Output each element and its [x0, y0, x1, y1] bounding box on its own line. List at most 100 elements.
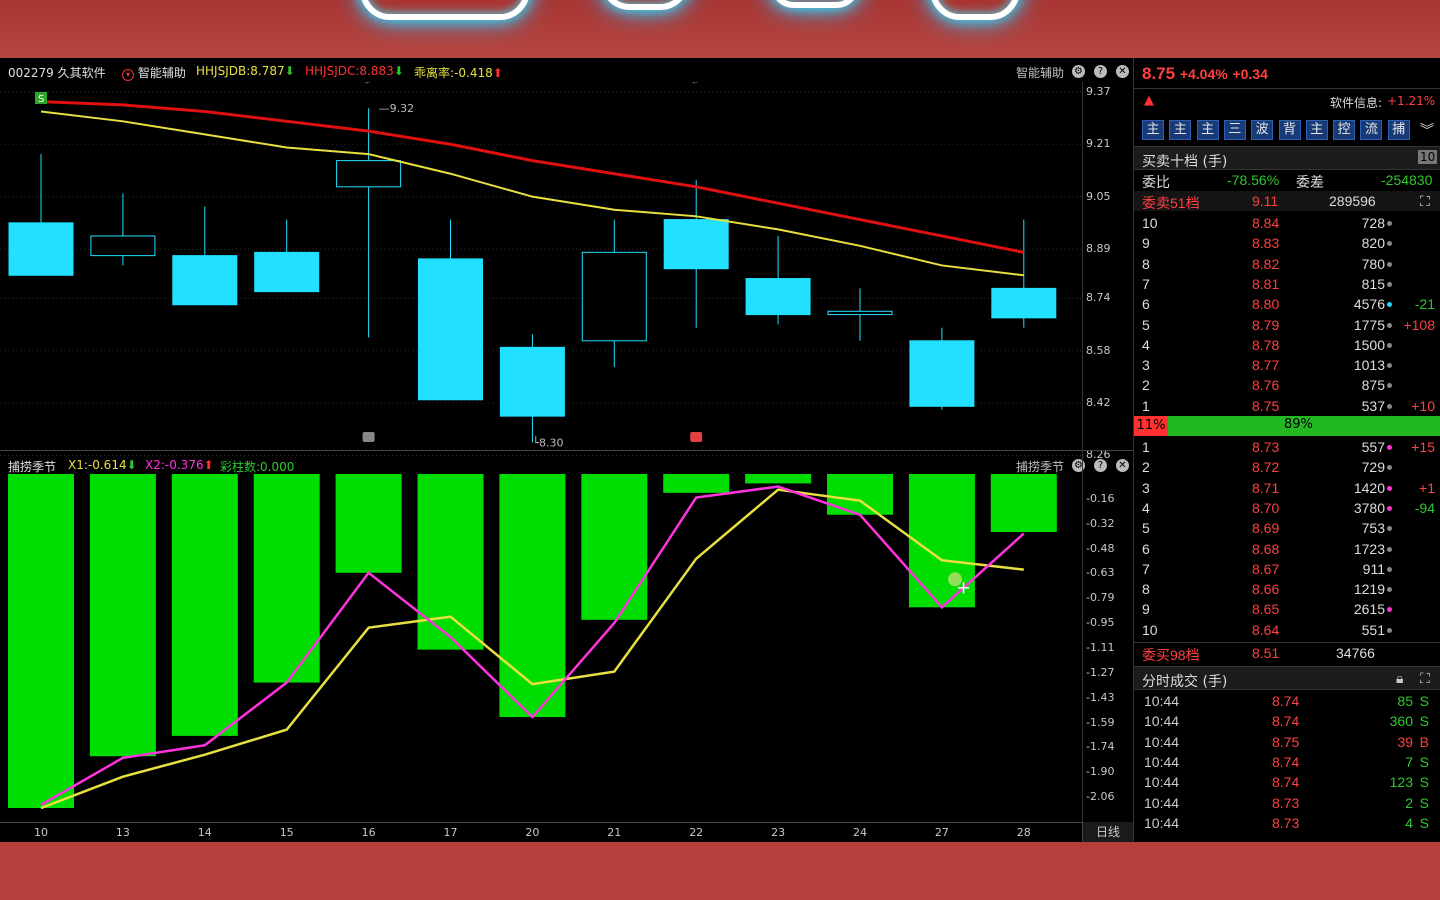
bid-row[interactable]: 4 8.70 3780 -94	[1134, 498, 1440, 518]
close-icon[interactable]: ✕	[1116, 459, 1129, 472]
date-tick-label: 15	[279, 826, 294, 839]
arrow-up-icon: ⬆	[492, 66, 503, 80]
trade-time: 10:44	[1144, 794, 1180, 811]
indicator-tick-label: -1.74	[1086, 739, 1115, 753]
bid-row[interactable]: 9 8.65 2615	[1134, 599, 1440, 619]
toolbar-button[interactable]: 主	[1305, 120, 1328, 140]
bid-volume: 3780	[1353, 499, 1385, 516]
toolbar-button[interactable]: 控	[1333, 120, 1356, 140]
date-tick-label: 20	[525, 826, 540, 839]
gear-icon[interactable]: ⚙	[1072, 459, 1085, 472]
bid-price: 8.65	[1252, 601, 1280, 618]
indicator-tick-label: -0.16	[1086, 492, 1115, 506]
fullscreen-icon[interactable]: ⛶	[1420, 193, 1430, 210]
indicator-name[interactable]: 捕捞季节	[8, 458, 56, 475]
ask-price: 8.78	[1252, 336, 1280, 353]
gear-icon[interactable]: ⚙	[1072, 65, 1085, 78]
volume-change-dot	[1387, 302, 1392, 308]
ask-row[interactable]: 2 8.76 875	[1134, 375, 1440, 395]
bid-volume: 1723	[1353, 540, 1385, 557]
bid-row[interactable]: 3 8.71 1420 +1	[1134, 478, 1440, 498]
bar-count-value: 彩柱数:0.000	[220, 460, 295, 474]
toolbar-button[interactable]: 背	[1278, 120, 1301, 140]
ask-row[interactable]: 7 8.81 815	[1134, 274, 1440, 294]
toolbar-button[interactable]: 波	[1251, 120, 1274, 140]
trade-side: S	[1419, 693, 1429, 709]
toolbar-button[interactable]: 流	[1360, 120, 1383, 140]
bid-row[interactable]: 1 8.73 557 +15	[1134, 437, 1440, 457]
bid-row[interactable]: 2 8.72 729	[1134, 457, 1440, 477]
indicator-tick-label: -0.95	[1086, 615, 1115, 629]
diff-value: -254830	[1381, 172, 1433, 188]
order-book-badge[interactable]: 10	[1418, 150, 1438, 164]
ask-row[interactable]: 9 8.83 820	[1134, 233, 1440, 253]
fullscreen-icon[interactable]: ⛶	[1420, 671, 1430, 687]
ask-volume: 875	[1361, 377, 1385, 394]
trade-row[interactable]: 10:44 8.73 2 S	[1134, 793, 1440, 813]
toolbar-button[interactable]: 三	[1223, 120, 1246, 140]
candle-body	[827, 310, 893, 316]
price-chart[interactable]: —9.32 └8.30 S * *	[0, 82, 1133, 472]
date-tick-label: 10	[34, 826, 48, 839]
ask-row[interactable]: 10 8.84 728	[1134, 213, 1440, 233]
ask-row[interactable]: 8 8.82 780	[1134, 254, 1440, 274]
ask-row[interactable]: 5 8.79 1775 +108	[1134, 315, 1440, 335]
indicator-header: 捕捞季节 X1:-0.614⬇ X2:-0.376⬆ 彩柱数:0.000 捕捞季…	[0, 454, 1133, 476]
toolbar-button[interactable]: 主	[1196, 120, 1219, 140]
indicator-bar	[990, 474, 1057, 533]
trade-row[interactable]: 10:44 8.74 360 S	[1134, 711, 1440, 731]
bid-level: 3	[1142, 479, 1150, 496]
toolbar-button[interactable]: 主	[1142, 120, 1164, 140]
ask-price: 8.77	[1252, 357, 1280, 374]
trade-row[interactable]: 10:44 8.74 123 S	[1134, 772, 1440, 792]
help-icon[interactable]: ?	[1094, 459, 1107, 472]
assist-dropdown[interactable]: ▾ 智能辅助	[122, 64, 186, 81]
bid-row[interactable]: 5 8.69 753	[1134, 518, 1440, 538]
bid-row[interactable]: 10 8.64 551	[1134, 620, 1440, 640]
toolbar-button[interactable]: 主	[1169, 120, 1192, 140]
ask-row[interactable]: 3 8.77 1013	[1134, 355, 1440, 375]
lock-icon[interactable]: 🔒︎	[1396, 671, 1403, 687]
trade-row[interactable]: 10:44 8.74 85 S	[1134, 691, 1440, 711]
sell-total-price: 9.11	[1252, 193, 1279, 209]
candle-body	[991, 287, 1057, 319]
bid-volume: 557	[1361, 439, 1385, 455]
volume-change-dot	[1387, 342, 1392, 348]
ask-volume: 815	[1361, 275, 1385, 292]
ask-volume: 820	[1361, 235, 1385, 252]
stock-code-name[interactable]: 002279 久其软件	[8, 64, 106, 81]
period-button[interactable]: 日线	[1082, 822, 1133, 842]
trade-row[interactable]: 10:44 8.75 39 B	[1134, 732, 1440, 752]
bid-row[interactable]: 6 8.68 1723	[1134, 539, 1440, 559]
indicator-chart[interactable]: +	[0, 474, 1133, 819]
toolbar: 主主主三波背主控流捕	[1134, 58, 1440, 148]
toolbar-button[interactable]: 捕	[1387, 120, 1410, 140]
trade-time: 10:44	[1144, 733, 1180, 750]
volume-change-dot	[1387, 566, 1392, 572]
trade-row[interactable]: 10:44 8.74 7 S	[1134, 752, 1440, 772]
bid-row[interactable]: 8 8.66 1219	[1134, 579, 1440, 599]
ask-price: 8.82	[1252, 255, 1280, 272]
indicator-tick-label: -1.43	[1086, 691, 1115, 705]
ask-price: 8.76	[1252, 377, 1280, 394]
ask-row[interactable]: 4 8.78 1500	[1134, 335, 1440, 355]
help-icon[interactable]: ?	[1094, 65, 1107, 78]
indicator-tick-label: -0.79	[1086, 590, 1115, 604]
date-tick-label: 28	[1016, 826, 1031, 839]
volume-change-dot	[1387, 627, 1392, 633]
main-assist-label[interactable]: 智能辅助	[1016, 64, 1064, 81]
indicator-bar	[89, 474, 156, 757]
expand-icon[interactable]: ︾	[1420, 120, 1434, 140]
ask-volume: 1013	[1353, 357, 1385, 374]
indicator-right-label[interactable]: 捕捞季节	[1016, 458, 1064, 475]
indicator-tick-label: -2.06	[1086, 790, 1115, 804]
bid-row[interactable]: 7 8.67 911	[1134, 559, 1440, 579]
trade-price: 8.74	[1272, 774, 1300, 791]
close-icon[interactable]: ✕	[1116, 65, 1129, 78]
bid-price: 8.66	[1252, 581, 1280, 598]
ask-row[interactable]: 1 8.75 537 +10	[1134, 396, 1440, 416]
main-chart-header: 002279 久其软件 ▾ 智能辅助 HHJSJDB:8.787⬇ HHJSJD…	[0, 60, 1133, 82]
trade-volume: 2	[1405, 794, 1413, 811]
ask-row[interactable]: 6 8.80 4576 -21	[1134, 294, 1440, 314]
trade-row[interactable]: 10:44 8.73 4 S	[1134, 813, 1440, 833]
